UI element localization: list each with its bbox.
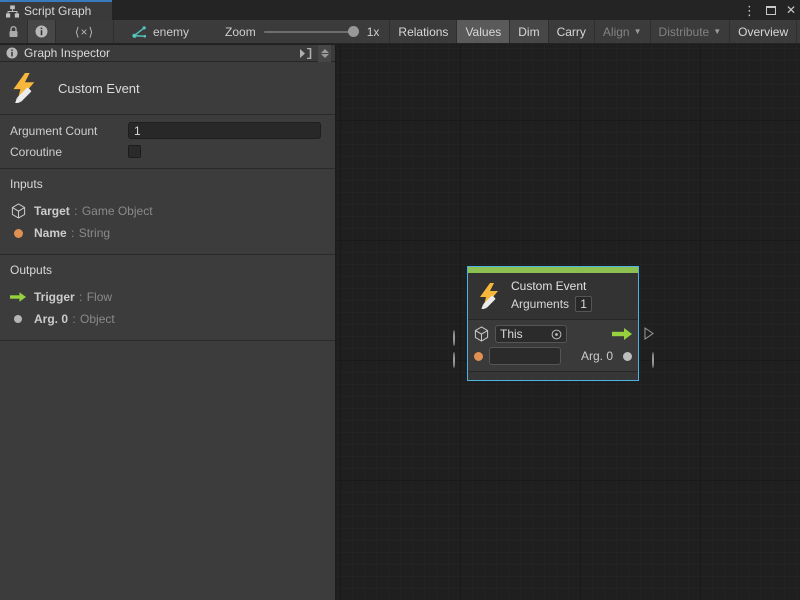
output-port-arg0[interactable] <box>652 353 654 367</box>
argument-count-label: Argument Count <box>10 124 128 138</box>
gray-dot-icon <box>14 315 22 323</box>
inputs-title: Inputs <box>10 177 325 191</box>
zoom-value: 1x <box>367 25 380 39</box>
graph-name-label: enemy <box>153 25 189 39</box>
output-port-trigger[interactable] <box>644 327 654 340</box>
code-icon: ⟨×⟩ <box>75 25 94 39</box>
unit-header: Custom Event <box>0 62 335 115</box>
custom-event-icon <box>10 73 40 103</box>
chevron-down-icon: ▼ <box>634 27 642 36</box>
cube-icon <box>474 326 489 342</box>
zoom-control: Zoom 1x <box>199 20 389 43</box>
sitemap-icon <box>6 5 19 18</box>
node-footer <box>468 371 638 380</box>
info-icon <box>6 47 18 59</box>
outputs-section: Outputs Trigger : Flow Arg. 0 : Object <box>0 255 335 341</box>
zoom-label: Zoom <box>225 25 256 39</box>
outputs-title: Outputs <box>10 263 325 277</box>
unit-settings: Argument Count 1 Coroutine <box>0 115 335 169</box>
graph-canvas[interactable]: Custom Event Arguments 1 <box>337 45 800 600</box>
tab-script-graph[interactable]: Script Graph <box>0 0 112 20</box>
dim-button[interactable]: Dim <box>510 20 548 43</box>
code-preview-button[interactable]: ⟨×⟩ <box>56 20 114 43</box>
toolbar-buttons: Relations Values Dim Carry Align▼ Distri… <box>389 20 800 43</box>
inspector-title: Graph Inspector <box>24 46 110 60</box>
kebab-menu-icon[interactable]: ⋮ <box>743 4 756 17</box>
panel-scroll-spinner[interactable] <box>318 45 331 62</box>
orange-dot-icon <box>474 352 483 361</box>
port-row-name: Name : String <box>10 222 325 244</box>
zoom-slider-handle[interactable] <box>348 26 359 37</box>
title-bar: Script Graph ⋮ ✕ <box>0 0 800 20</box>
custom-event-node[interactable]: Custom Event Arguments 1 <box>467 266 639 381</box>
tab-label: Script Graph <box>24 4 91 18</box>
close-icon[interactable]: ✕ <box>786 4 796 16</box>
coroutine-label: Coroutine <box>10 145 128 159</box>
arg0-label: Arg. 0 <box>581 349 613 363</box>
port-row-target: Target : Game Object <box>10 200 325 222</box>
scroll-down-icon[interactable] <box>321 54 329 58</box>
node-header[interactable]: Custom Event Arguments 1 <box>468 273 638 320</box>
input-port-name[interactable] <box>453 353 455 367</box>
values-button[interactable]: Values <box>457 20 510 43</box>
graph-icon <box>132 25 147 39</box>
gray-dot-icon <box>623 352 632 361</box>
graph-breadcrumb[interactable]: enemy <box>114 20 199 43</box>
overview-button[interactable]: Overview <box>730 20 797 43</box>
trigger-output-icon <box>612 328 632 340</box>
inputs-section: Inputs Target : Game Object Name : Strin… <box>0 169 335 255</box>
graph-inspector-panel: Graph Inspector <box>0 45 336 600</box>
inspector-toggle-button[interactable] <box>28 20 56 43</box>
carry-button[interactable]: Carry <box>549 20 595 43</box>
unit-title: Custom Event <box>58 81 140 96</box>
dock-panel-icon[interactable] <box>299 48 312 59</box>
script-graph-window: Script Graph ⋮ ✕ <box>0 0 800 600</box>
argument-count-field[interactable]: 1 <box>128 122 321 139</box>
node-body: This <box>468 320 638 371</box>
distribute-dropdown[interactable]: Distribute▼ <box>651 20 731 43</box>
object-picker-icon[interactable] <box>551 329 562 340</box>
arguments-count-field[interactable]: 1 <box>575 296 592 312</box>
input-port-target[interactable] <box>453 331 455 345</box>
port-row-trigger: Trigger : Flow <box>10 286 325 308</box>
graph-toolbar: ⟨×⟩ enemy Zoom 1x Relations Val <box>0 20 800 44</box>
align-dropdown[interactable]: Align▼ <box>595 20 651 43</box>
name-value-field[interactable] <box>489 347 561 365</box>
custom-event-icon <box>477 283 503 309</box>
port-row-arg0: Arg. 0 : Object <box>10 308 325 330</box>
coroutine-checkbox[interactable] <box>128 145 141 158</box>
target-object-field[interactable]: This <box>495 325 567 343</box>
zoom-slider[interactable] <box>264 31 359 33</box>
orange-dot-icon <box>14 229 23 238</box>
lock-button[interactable] <box>0 20 28 43</box>
chevron-down-icon: ▼ <box>713 27 721 36</box>
lock-icon <box>8 26 19 38</box>
flow-arrow-icon <box>10 292 26 302</box>
relations-button[interactable]: Relations <box>390 20 457 43</box>
maximize-icon[interactable] <box>766 6 776 15</box>
graph-inspector-header: Graph Inspector <box>0 45 335 62</box>
scroll-up-icon[interactable] <box>321 49 329 53</box>
info-icon <box>35 25 48 38</box>
cube-icon <box>10 203 26 219</box>
arguments-label: Arguments <box>511 297 569 311</box>
node-title: Custom Event <box>511 279 592 293</box>
